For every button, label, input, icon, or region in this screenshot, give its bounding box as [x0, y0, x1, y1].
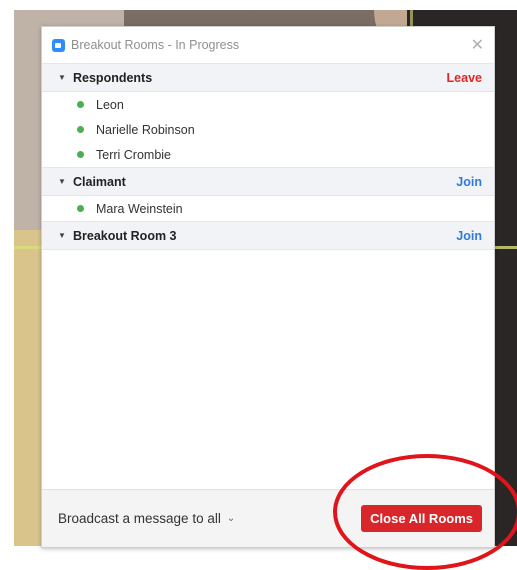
room-header-claimant[interactable]: ▼ Claimant Join — [42, 167, 494, 196]
participant-item: Terri Crombie — [42, 142, 494, 167]
participant-item: Narielle Robinson — [42, 117, 494, 142]
close-icon[interactable]: ✕ — [471, 35, 484, 55]
window-title: Breakout Rooms - In Progress — [71, 38, 240, 52]
participant-name: Narielle Robinson — [96, 122, 195, 137]
room-header-breakout-room-3[interactable]: ▼ Breakout Room 3 Join — [42, 221, 494, 250]
broadcast-label: Broadcast a message to all — [58, 511, 221, 526]
room-name: Respondents — [73, 70, 153, 85]
triangle-down-icon[interactable]: ▼ — [51, 177, 73, 186]
rooms-list: ▼ Respondents Leave Leon Narielle Robins… — [42, 63, 494, 250]
participant-item: Mara Weinstein — [42, 196, 494, 221]
join-room-button[interactable]: Join — [456, 175, 482, 189]
leave-room-button[interactable]: Leave — [447, 71, 482, 85]
chevron-down-icon: ⌄ — [226, 513, 236, 524]
participant-item: Leon — [42, 92, 494, 117]
room-name: Claimant — [73, 174, 126, 189]
room-header-respondents[interactable]: ▼ Respondents Leave — [42, 63, 494, 92]
triangle-down-icon[interactable]: ▼ — [51, 231, 73, 240]
broadcast-dropdown[interactable]: Broadcast a message to all ⌄ — [58, 511, 235, 526]
red-circle-annotation — [333, 454, 517, 570]
title-bar: Breakout Rooms - In Progress ✕ — [42, 27, 494, 63]
green-dot-icon — [77, 205, 84, 212]
participant-name: Mara Weinstein — [96, 201, 183, 216]
green-dot-icon — [77, 126, 84, 133]
join-room-button[interactable]: Join — [456, 229, 482, 243]
participant-name: Terri Crombie — [96, 147, 172, 162]
room-name: Breakout Room 3 — [73, 228, 177, 243]
green-dot-icon — [77, 101, 84, 108]
participant-name: Leon — [96, 97, 124, 112]
green-dot-icon — [77, 151, 84, 158]
triangle-down-icon[interactable]: ▼ — [51, 73, 73, 82]
zoom-logo-icon — [52, 38, 65, 52]
